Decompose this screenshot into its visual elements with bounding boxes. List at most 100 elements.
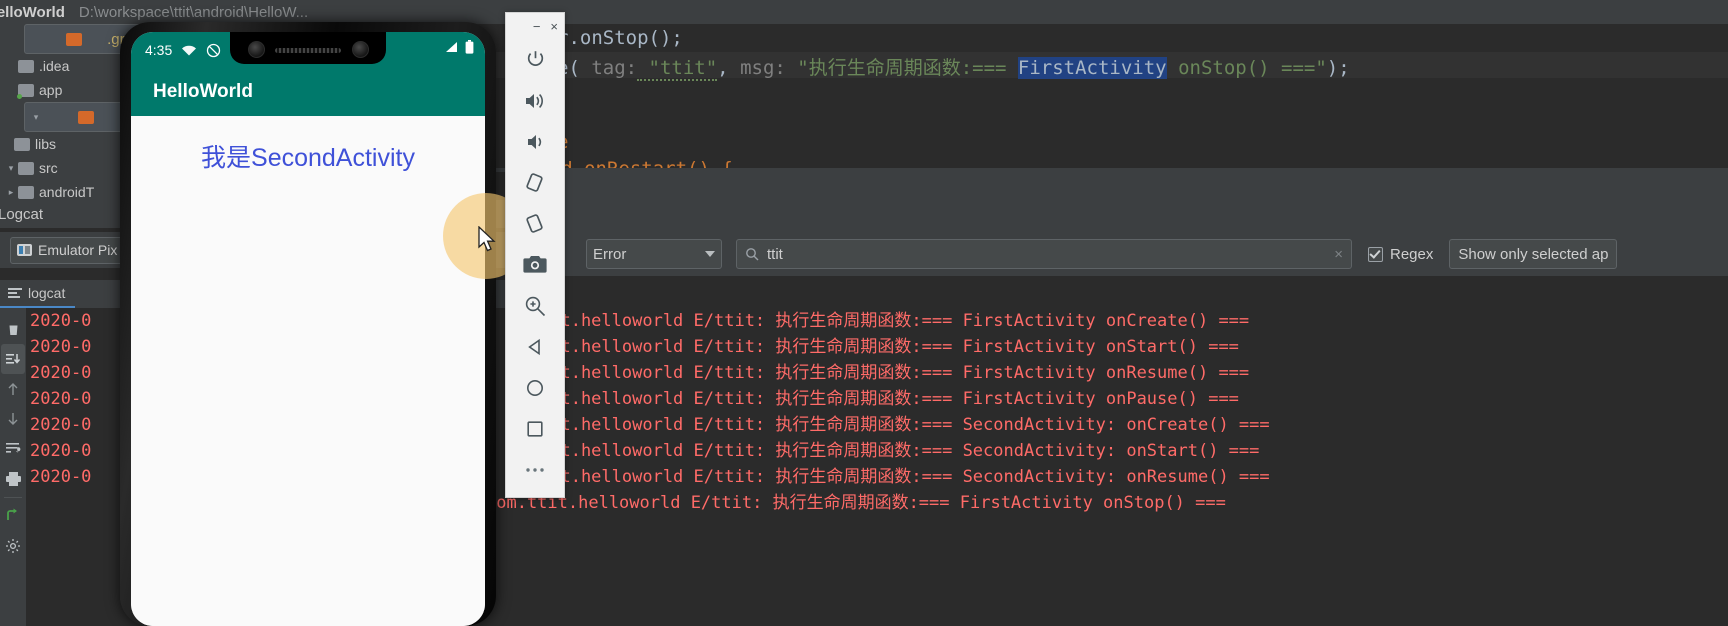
wifi-icon [181,44,197,57]
rail-divider [4,497,22,498]
chevron-right-icon[interactable]: ▸ [4,187,18,198]
emulator-window-controls[interactable]: − × [506,13,564,39]
overview-icon[interactable] [506,408,564,449]
print-icon[interactable] [1,464,25,494]
emulator-window[interactable]: 4:35 HelloWorld 我是SecondActivity [120,22,500,626]
down-arrow-icon[interactable] [1,404,25,434]
more-icon[interactable] [506,449,564,490]
device-screen[interactable]: 4:35 HelloWorld 我是SecondActivity [131,32,485,626]
battery-icon [465,40,474,57]
earpiece-speaker [275,48,341,53]
minimize-icon[interactable]: − [533,19,541,34]
logcat-search-field[interactable]: ttit × [736,239,1352,269]
build-folder-icon [77,110,94,124]
settings-icon[interactable] [1,531,25,561]
activity-text: 我是SecondActivity [201,144,415,172]
device-selector-label: Emulator Pix [38,242,118,258]
scope-select[interactable]: Show only selected ap [1449,239,1618,269]
rotate-left-icon[interactable] [506,162,564,203]
restart-icon[interactable] [1,501,25,531]
device-screen-frame: 4:35 HelloWorld 我是SecondActivity [131,32,485,626]
status-right-icons [445,40,474,57]
log-timestamp: 2020-0 [30,415,92,435]
editor-line3-string-post: onStop() ===" [1166,57,1327,79]
log-timestamp: 2020-0 [30,311,92,331]
editor-line3-string-tag: "ttit" [637,57,718,81]
project-name: HelloWorld [0,3,65,21]
regex-label: Regex [1390,245,1434,263]
chevron-down-icon[interactable]: ▾ [29,112,43,123]
close-icon[interactable]: × [550,19,558,34]
tree-item-label: app [39,82,63,98]
code-editor[interactable]: rod void onStop() { r.onStop(); e( tag: … [490,0,1728,172]
logcat-lines-icon [8,288,22,298]
tree-item-label: .idea [39,58,70,74]
editor-line3-tail: ); [1326,57,1350,79]
editor-line3-param-tag: tag: [579,57,638,79]
log-timestamp: 2020-0 [30,389,92,409]
folder-icon [18,185,34,199]
rotate-right-icon[interactable] [506,203,564,244]
chevron-down-icon[interactable]: ▾ [4,163,18,174]
screenshot-camera-icon[interactable] [506,244,564,285]
clear-icon[interactable]: × [1334,246,1343,263]
project-tree[interactable]: .gradle .idea app ▾ build libs ▾ src ▸ [0,24,172,200]
tab-logcat[interactable]: logcat [0,280,76,308]
android-device-icon [17,244,32,256]
up-arrow-icon[interactable] [1,374,25,404]
home-icon[interactable] [506,367,564,408]
back-icon[interactable] [506,326,564,367]
search-icon [745,247,759,261]
status-time: 4:35 [145,42,173,58]
app-title: HelloWorld [153,81,253,102]
signal-icon [445,41,459,57]
editor-line3-param-msg: msg: [728,57,786,79]
project-path: D:\workspace\ttit\android\HelloW... [78,3,309,21]
log-level-value: Error [593,245,627,263]
app-action-bar: HelloWorld [131,68,485,116]
clear-logcat-icon[interactable] [1,314,25,344]
volume-down-icon[interactable] [506,121,564,162]
folder-icon [18,59,34,73]
gradle-folder-icon [65,32,82,46]
regex-checkbox[interactable]: Regex [1368,246,1433,263]
scope-value: Show only selected ap [1458,245,1609,263]
android-status-bar: 4:35 [131,32,485,68]
folder-icon [18,161,34,175]
editor-line3-comma: , [717,57,729,79]
checkbox-box[interactable] [1368,246,1383,262]
editor-line3-string-pre: "执行生命周期函数:=== [785,57,1018,79]
editor-line-2: r.onStop(); [557,27,683,49]
tree-item-app[interactable]: app [0,78,122,102]
device-selector[interactable]: Emulator Pix [10,236,125,264]
editor-line3-selection[interactable]: FirstActivity [1017,57,1167,79]
tree-item-idea[interactable]: .idea [0,54,122,78]
log-timestamp-column: 2020-0 2020-0 2020-0 2020-0 2020-0 2020-… [26,308,122,626]
logcat-action-rail[interactable] [0,308,26,626]
log-timestamp: 2020-0 [30,363,92,383]
tree-item-src[interactable]: ▾ src [0,156,122,180]
tree-item-libs[interactable]: libs [0,132,122,156]
front-camera-secondary-icon [352,41,369,58]
power-icon[interactable] [506,39,564,80]
ide-screenshot: rod void onStop() { r.onStop(); e( tag: … [0,0,1728,626]
volume-up-icon[interactable] [506,80,564,121]
logcat-filter-bar: Error ttit × Regex Show only selected ap [562,232,1728,276]
editor-line-3: e( tag: "ttit", msg: "执行生命周期函数:=== First… [557,53,1350,81]
tab-logcat-label: logcat [28,285,66,301]
scroll-to-end-icon[interactable] [1,344,25,374]
logcat-panel-spacer [562,172,1728,232]
editor-line-6: p() [557,170,584,172]
log-level-select[interactable]: Error [586,239,722,269]
tree-item-label: androidT [39,184,95,200]
log-timestamp: 2020-0 [30,441,92,461]
activity-content[interactable]: 我是SecondActivity [131,116,485,626]
chevron-down-icon [705,251,715,257]
zoom-icon[interactable] [506,285,564,326]
device-notch [230,32,386,64]
soft-wrap-icon[interactable] [1,434,25,464]
module-icon [17,83,34,99]
search-input-value[interactable]: ttit [767,246,1334,263]
emulator-toolbar[interactable]: − × [505,12,565,498]
logcat-title-label: Logcat [0,205,44,223]
